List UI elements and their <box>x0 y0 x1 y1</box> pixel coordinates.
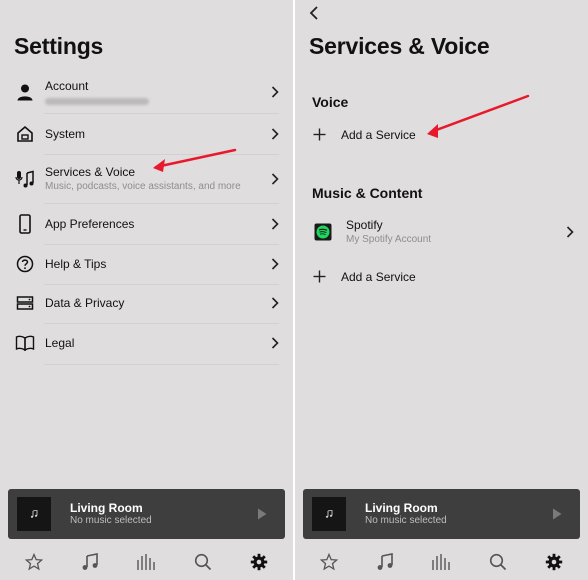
divider <box>44 284 279 285</box>
settings-icon[interactable] <box>539 547 569 577</box>
chevron-right-icon <box>267 173 279 185</box>
person-icon <box>14 81 36 103</box>
home-icon <box>14 123 36 145</box>
back-chevron-icon[interactable] <box>309 4 319 25</box>
play-icon[interactable] <box>552 508 562 520</box>
divider <box>44 203 279 204</box>
settings-item-label: Help & Tips <box>45 257 107 271</box>
service-item-spotify[interactable]: Spotify My Spotify Account <box>312 216 574 248</box>
page-title: Settings <box>14 33 104 59</box>
settings-screen: Settings Account System Services & Voice… <box>0 0 293 580</box>
divider <box>44 364 279 365</box>
add-service-label: Add a Service <box>341 270 416 284</box>
storage-icon <box>14 292 36 314</box>
favorites-icon[interactable] <box>314 547 344 577</box>
add-voice-service-button[interactable]: Add a Service <box>313 127 416 143</box>
account-email-redacted <box>45 98 149 105</box>
music-icon[interactable] <box>75 547 105 577</box>
section-header-voice: Voice <box>312 94 349 110</box>
settings-icon[interactable] <box>244 547 274 577</box>
plus-icon <box>313 269 329 285</box>
page-title: Services & Voice <box>309 33 490 59</box>
mic-music-icon <box>14 168 36 190</box>
chevron-right-icon <box>267 128 279 140</box>
settings-item-label: App Preferences <box>45 217 135 231</box>
music-note-icon <box>30 510 38 518</box>
music-icon[interactable] <box>370 547 400 577</box>
service-account: My Spotify Account <box>346 234 432 245</box>
chevron-right-icon <box>562 226 574 238</box>
services-voice-screen: Services & Voice Voice Add a Service Mus… <box>295 0 588 580</box>
divider <box>44 154 279 155</box>
player-room-name: Living Room <box>70 501 143 515</box>
tab-bar <box>0 543 293 580</box>
service-name: Spotify <box>346 218 383 232</box>
divider <box>44 113 279 114</box>
settings-item-system[interactable]: System <box>14 122 279 146</box>
add-service-label: Add a Service <box>341 128 416 142</box>
music-note-icon <box>325 510 333 518</box>
player-status: No music selected <box>365 515 447 526</box>
play-icon[interactable] <box>257 508 267 520</box>
settings-item-legal[interactable]: Legal <box>14 331 279 355</box>
chevron-right-icon <box>267 86 279 98</box>
chevron-right-icon <box>267 218 279 230</box>
player-status: No music selected <box>70 515 152 526</box>
settings-item-label: Services & Voice <box>45 165 136 179</box>
album-art-placeholder <box>17 497 51 531</box>
rooms-icon[interactable] <box>131 547 161 577</box>
chevron-right-icon <box>267 337 279 349</box>
phone-icon <box>14 213 36 235</box>
help-icon <box>14 253 36 275</box>
settings-item-services-voice[interactable]: Services & Voice Music, podcasts, voice … <box>14 163 279 195</box>
section-header-music-content: Music & Content <box>312 185 423 201</box>
search-icon[interactable] <box>188 547 218 577</box>
mini-player[interactable]: Living Room No music selected <box>8 489 285 539</box>
tab-bar <box>295 543 588 580</box>
favorites-icon[interactable] <box>19 547 49 577</box>
settings-item-label: Account <box>45 79 89 93</box>
settings-item-subtitle: Music, podcasts, voice assistants, and m… <box>45 181 241 192</box>
album-art-placeholder <box>312 497 346 531</box>
settings-item-app-preferences[interactable]: App Preferences <box>14 212 279 236</box>
settings-item-account[interactable]: Account <box>14 76 279 108</box>
settings-item-label: System <box>45 127 86 141</box>
divider <box>44 323 279 324</box>
search-icon[interactable] <box>483 547 513 577</box>
plus-icon <box>313 127 329 143</box>
divider <box>44 244 279 245</box>
player-room-name: Living Room <box>365 501 438 515</box>
settings-item-label: Legal <box>45 336 75 350</box>
mini-player[interactable]: Living Room No music selected <box>303 489 580 539</box>
chevron-right-icon <box>267 258 279 270</box>
add-music-service-button[interactable]: Add a Service <box>313 269 416 285</box>
spotify-icon <box>312 221 334 243</box>
settings-item-help-tips[interactable]: Help & Tips <box>14 252 279 276</box>
rooms-icon[interactable] <box>426 547 456 577</box>
book-icon <box>14 332 36 354</box>
chevron-right-icon <box>267 297 279 309</box>
settings-item-data-privacy[interactable]: Data & Privacy <box>14 291 279 315</box>
settings-item-label: Data & Privacy <box>45 296 125 310</box>
